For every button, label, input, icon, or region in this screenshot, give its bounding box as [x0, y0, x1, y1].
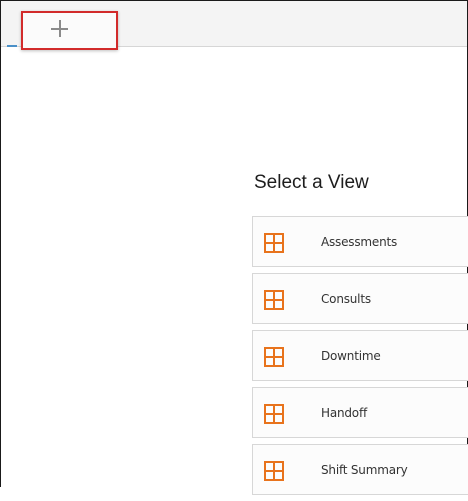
view-item-label: Consults	[321, 292, 371, 306]
view-item-downtime[interactable]: Downtime	[252, 330, 468, 381]
view-item-label: Shift Summary	[321, 463, 408, 477]
view-item-label: Handoff	[321, 406, 367, 420]
grid-icon	[263, 289, 284, 310]
grid-icon	[263, 403, 284, 424]
grid-icon	[263, 232, 284, 253]
view-item-handoff[interactable]: Handoff	[252, 387, 468, 438]
page-title: Select a View	[254, 172, 369, 193]
add-tab-button[interactable]	[21, 11, 118, 50]
grid-icon	[263, 346, 284, 367]
view-item-shift-summary[interactable]: Shift Summary	[252, 444, 468, 495]
grid-icon	[263, 460, 284, 481]
plus-icon	[48, 17, 72, 41]
view-item-assessments[interactable]: Assessments	[252, 216, 468, 267]
view-item-label: Assessments	[321, 235, 398, 249]
view-item-consults[interactable]: Consults	[252, 273, 468, 324]
view-item-label: Downtime	[321, 349, 381, 363]
view-list: Assessments Consults Downtime Handoff Sh…	[252, 216, 468, 501]
active-tab-indicator	[7, 45, 17, 47]
